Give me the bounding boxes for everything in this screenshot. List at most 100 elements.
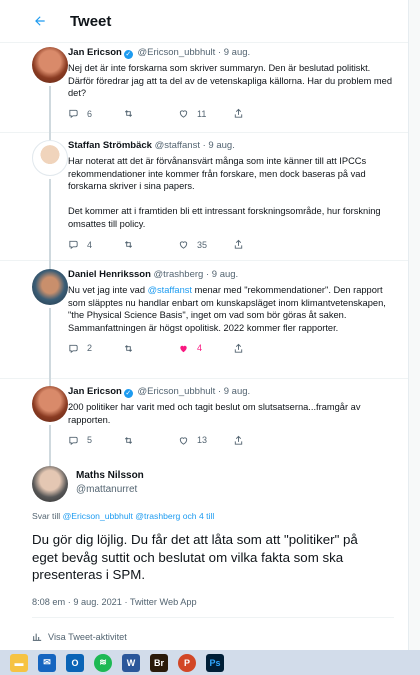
replying-to-links[interactable]: @Ericson_ubbhult @trashberg bbox=[63, 511, 181, 521]
reply-button[interactable]: 5 bbox=[68, 435, 123, 446]
reply-count: 2 bbox=[87, 343, 93, 354]
share-button[interactable] bbox=[233, 108, 288, 119]
word-icon[interactable]: W bbox=[122, 653, 140, 672]
analytics-icon bbox=[32, 633, 42, 641]
reply-icon bbox=[69, 240, 78, 250]
author-name[interactable]: Jan Ericson bbox=[68, 47, 122, 58]
author-name[interactable]: Maths Nilsson bbox=[76, 470, 144, 481]
replying-more-link[interactable]: och 4 till bbox=[183, 511, 215, 521]
thread-line bbox=[49, 179, 51, 260]
author-handle[interactable]: @Ericson_ubbhult bbox=[138, 47, 216, 58]
author-handle[interactable]: @Ericson_ubbhult bbox=[138, 386, 216, 397]
share-icon bbox=[234, 435, 243, 445]
like-button[interactable]: 35 bbox=[178, 239, 233, 250]
reply-count: 4 bbox=[87, 239, 93, 250]
tweet-thread-view: Tweet Jan Ericson ✓ @Ericson_ubbhult · 9 … bbox=[0, 0, 409, 650]
like-count: 35 bbox=[197, 239, 208, 250]
reply-tweet[interactable]: Jan Ericson ✓ @Ericson_ubbhult · 9 aug. N… bbox=[0, 42, 408, 133]
mention-link[interactable]: @staffanst bbox=[148, 285, 192, 295]
thread-line bbox=[49, 260, 51, 269]
activity-label: Visa Tweet-aktivitet bbox=[48, 632, 127, 642]
avatar[interactable] bbox=[32, 140, 68, 176]
tweet-time[interactable]: 9 aug. bbox=[208, 140, 234, 151]
reply-count: 6 bbox=[87, 108, 93, 119]
avatar[interactable] bbox=[32, 47, 68, 83]
tweet-text: Har noterat att det är förvånansvärt mån… bbox=[68, 156, 381, 229]
thread-line bbox=[49, 378, 51, 386]
avatar[interactable] bbox=[32, 269, 68, 305]
like-count: 4 bbox=[197, 343, 203, 354]
like-button-liked[interactable]: 4 bbox=[178, 343, 233, 354]
retweet-button[interactable] bbox=[123, 239, 178, 250]
tweet-text: Nu vet jag inte vad @staffanst menar med… bbox=[68, 285, 386, 333]
thread-line bbox=[49, 132, 51, 140]
back-arrow-icon[interactable] bbox=[30, 11, 50, 31]
heart-icon bbox=[179, 241, 188, 249]
divider bbox=[32, 617, 394, 618]
retweet-icon bbox=[124, 344, 133, 352]
verified-badge-icon: ✓ bbox=[123, 389, 133, 398]
spotify-icon[interactable]: ≋ bbox=[94, 653, 112, 672]
like-count: 11 bbox=[197, 108, 207, 119]
author-name[interactable]: Staffan Strömbäck bbox=[68, 140, 152, 151]
share-icon bbox=[234, 343, 243, 353]
tweet-text: 200 politiker har varit med och tagit be… bbox=[68, 402, 361, 425]
tweet-activity-link[interactable]: Visa Tweet-aktivitet bbox=[32, 632, 127, 642]
avatar[interactable] bbox=[32, 386, 68, 422]
reply-icon bbox=[69, 110, 78, 119]
share-icon bbox=[234, 109, 243, 118]
heart-filled-icon bbox=[180, 345, 187, 353]
tweet-text: Nej det är inte forskarna som skriver su… bbox=[68, 63, 393, 99]
thread-line bbox=[49, 425, 51, 460]
share-button[interactable] bbox=[233, 239, 288, 250]
share-button[interactable] bbox=[233, 343, 288, 354]
file-explorer-icon[interactable]: ▬ bbox=[10, 653, 28, 672]
share-icon bbox=[234, 239, 243, 249]
reply-count: 5 bbox=[87, 435, 93, 446]
tweet-time[interactable]: 9 aug. bbox=[212, 269, 238, 280]
like-count: 13 bbox=[197, 435, 208, 446]
thread-line bbox=[49, 308, 51, 378]
reply-icon bbox=[69, 344, 78, 353]
mail-icon[interactable]: ✉ bbox=[38, 653, 56, 672]
reply-icon bbox=[69, 436, 78, 445]
tweet-time[interactable]: 9 aug. bbox=[224, 47, 250, 58]
author-name[interactable]: Daniel Henriksson bbox=[68, 269, 151, 280]
reply-button[interactable]: 6 bbox=[68, 108, 123, 119]
retweet-icon bbox=[124, 241, 133, 248]
author-handle[interactable]: @trashberg bbox=[154, 269, 204, 280]
retweet-button[interactable] bbox=[123, 435, 178, 446]
heart-icon bbox=[179, 110, 188, 118]
tweet-time[interactable]: 9 aug. bbox=[224, 386, 250, 397]
reply-button[interactable]: 2 bbox=[68, 343, 123, 354]
thread-line bbox=[49, 86, 51, 132]
retweet-button[interactable] bbox=[123, 343, 178, 354]
tweet-timestamp[interactable]: 8:08 em · 9 aug. 2021 · Twitter Web App bbox=[32, 597, 197, 607]
retweet-icon bbox=[124, 436, 133, 444]
reply-tweet[interactable]: Staffan Strömbäck @staffanst · 9 aug. Ha… bbox=[0, 132, 408, 261]
author-name[interactable]: Jan Ericson bbox=[68, 386, 122, 397]
replying-to: Svar till @Ericson_ubbhult @trashberg oc… bbox=[32, 511, 215, 521]
main-avatar[interactable] bbox=[32, 466, 68, 502]
page-title: Tweet bbox=[70, 12, 112, 30]
outlook-icon[interactable]: O bbox=[66, 653, 84, 672]
main-tweet-text: Du gör dig löjlig. Du får det att låta s… bbox=[32, 532, 358, 582]
author-handle[interactable]: @mattanurret bbox=[76, 484, 144, 495]
verified-badge-icon: ✓ bbox=[123, 50, 133, 59]
reply-tweet[interactable]: Jan Ericson ✓ @Ericson_ubbhult · 9 aug. 2… bbox=[0, 378, 408, 460]
main-author[interactable]: Maths Nilsson @mattanurret bbox=[76, 470, 144, 495]
powerpoint-icon[interactable]: P bbox=[178, 653, 196, 672]
like-button[interactable]: 13 bbox=[178, 435, 233, 446]
author-handle[interactable]: @staffanst bbox=[155, 140, 200, 151]
like-button[interactable]: 11 bbox=[178, 108, 233, 119]
taskbar: ▬ ✉ O ≋ W Br P Ps bbox=[0, 650, 420, 675]
page-header: Tweet bbox=[0, 0, 408, 43]
heart-icon bbox=[179, 437, 188, 445]
retweet-button[interactable] bbox=[123, 108, 178, 119]
photoshop-icon[interactable]: Ps bbox=[206, 653, 224, 672]
reply-button[interactable]: 4 bbox=[68, 239, 123, 250]
share-button[interactable] bbox=[233, 435, 288, 446]
scrollbar[interactable] bbox=[409, 0, 420, 650]
bridge-icon[interactable]: Br bbox=[150, 653, 168, 672]
reply-tweet[interactable]: Daniel Henriksson @trashberg · 9 aug. Nu… bbox=[0, 260, 408, 379]
